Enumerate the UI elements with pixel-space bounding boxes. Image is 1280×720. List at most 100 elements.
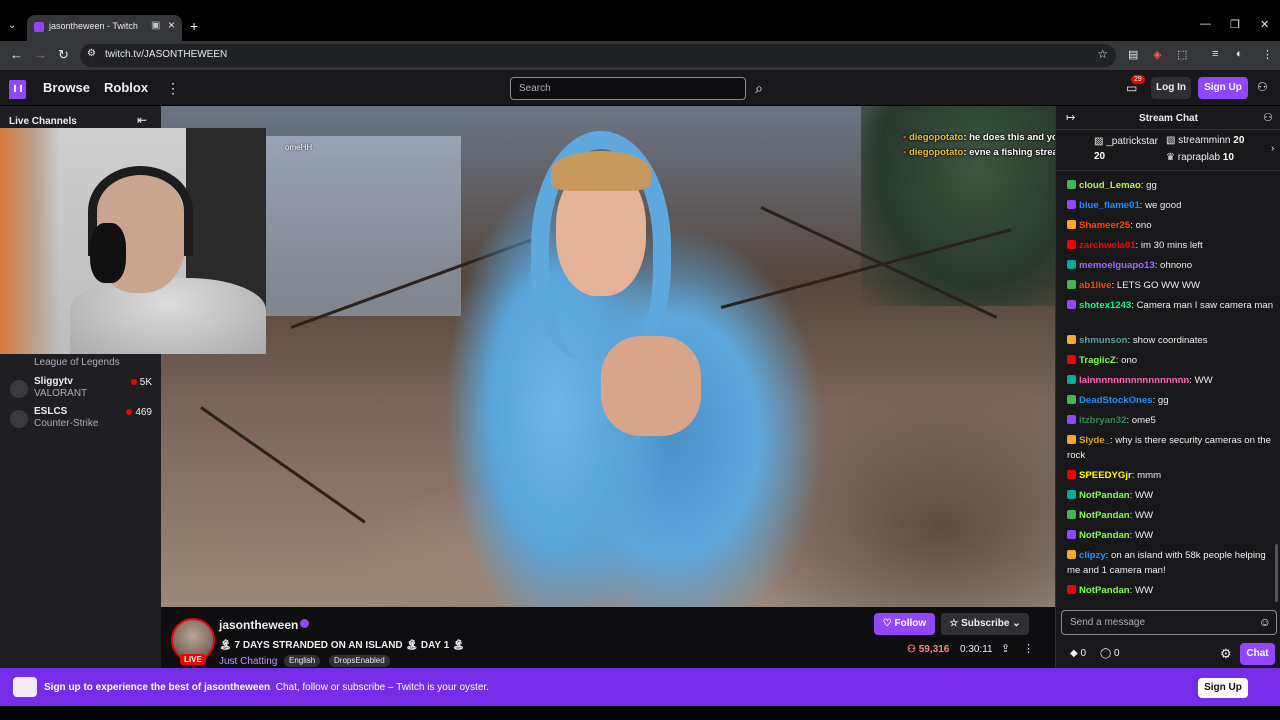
chat-settings-icon[interactable]: ⚙ <box>1220 646 1232 662</box>
collapse-sidebar-icon[interactable]: ⇤ <box>137 113 147 127</box>
bookmark-star-icon[interactable]: ☆ <box>1097 47 1108 61</box>
gift-next-icon[interactable]: › <box>1271 143 1274 154</box>
chat-message: cloud_Lemao: gg <box>1067 178 1275 193</box>
gift-leader[interactable]: ▨ _patrickstar <box>1094 136 1158 147</box>
tab-close-icon[interactable]: × <box>168 18 175 32</box>
chat-username[interactable]: itzbryan32 <box>1079 415 1126 426</box>
sidebar-channel[interactable]: Sliggytv VALORANT 5K <box>0 374 161 408</box>
search-icon[interactable]: ⌕ <box>748 77 770 100</box>
chat-badge-icon[interactable] <box>1067 530 1076 539</box>
minimize-button[interactable]: — <box>1200 18 1211 30</box>
maximize-button[interactable]: ❐ <box>1230 18 1240 31</box>
site-info-icon[interactable]: ⚙ <box>87 48 96 59</box>
chat-username[interactable]: blue_flame01 <box>1079 200 1140 211</box>
chat-badge-icon[interactable] <box>1067 280 1076 289</box>
chat-username[interactable]: shmunson <box>1079 335 1128 346</box>
share-icon[interactable]: ⇪ <box>1001 642 1010 655</box>
chat-input[interactable]: Send a message ☺ <box>1061 610 1277 635</box>
chat-username[interactable]: ab1live <box>1079 280 1112 291</box>
chat-badge-icon[interactable] <box>1067 240 1076 249</box>
chat-send-button[interactable]: Chat <box>1240 643 1275 665</box>
chat-username[interactable]: cloud_Lemao <box>1079 180 1141 191</box>
back-icon[interactable]: ← <box>10 47 23 62</box>
chat-username[interactable]: Slyde_ <box>1079 435 1110 446</box>
subscribe-button[interactable]: ☆ Subscribe ⌄ <box>941 613 1029 635</box>
chat-username[interactable]: NotPandan <box>1079 510 1130 521</box>
chat-username[interactable]: Shameer25 <box>1079 220 1130 231</box>
browser-tab[interactable]: jasontheween - Twitch ▣ × <box>27 15 182 41</box>
chat-username[interactable]: memoelguapo13 <box>1079 260 1155 271</box>
chat-username[interactable]: SPEEDYGjr <box>1079 470 1132 481</box>
roblox-link[interactable]: Roblox <box>104 80 148 95</box>
chat-scrollbar[interactable] <box>1275 544 1278 602</box>
new-tab-icon[interactable]: + <box>190 18 198 34</box>
category-link[interactable]: Just Chatting <box>219 656 277 667</box>
browse-link[interactable]: Browse <box>43 80 90 95</box>
chat-username[interactable]: clipzy <box>1079 550 1106 561</box>
extensions-puzzle-icon[interactable]: ⬚ <box>1177 48 1187 61</box>
chat-username[interactable]: DeadStockOnes <box>1079 395 1153 406</box>
login-button[interactable]: Log In <box>1151 77 1191 99</box>
chat-badge-icon[interactable] <box>1067 300 1076 309</box>
profile-icon[interactable]: ◐ <box>1236 48 1243 60</box>
chat-badge-icon[interactable] <box>1067 395 1076 404</box>
chat-badge-icon[interactable] <box>1067 220 1076 229</box>
chat-badge-icon[interactable] <box>1067 355 1076 364</box>
community-icon[interactable]: ⚇ <box>1263 111 1273 124</box>
tab-list-icon[interactable]: ⌄ <box>8 20 16 31</box>
gift-leader[interactable]: 20 <box>1094 151 1105 162</box>
chat-badge-icon[interactable] <box>1067 375 1076 384</box>
chat-badge-icon[interactable] <box>1067 180 1076 189</box>
banner-signup-button[interactable]: Sign Up <box>1198 678 1248 698</box>
tab-title: jasontheween - Twitch <box>49 21 138 31</box>
chat-username[interactable]: NotPandan <box>1079 490 1130 501</box>
tab-audio-icon[interactable]: ▣ <box>151 20 160 31</box>
chat-username[interactable]: NotPandan <box>1079 530 1130 541</box>
twitch-logo-icon[interactable] <box>9 80 26 99</box>
url-text[interactable]: twitch.tv/JASONTHEWEEN <box>105 49 227 60</box>
chat-text: : mmm <box>1131 470 1162 481</box>
chat-badge-icon[interactable] <box>1067 435 1076 444</box>
chat-badge-icon[interactable] <box>1067 470 1076 479</box>
chat-badge-icon[interactable] <box>1067 510 1076 519</box>
signup-button[interactable]: Sign Up <box>1198 77 1248 99</box>
browser-menu-icon[interactable]: ⋮ <box>1262 48 1273 61</box>
chat-username[interactable]: TragiicZ <box>1079 355 1116 366</box>
tag-drops[interactable]: DropsEnabled <box>329 655 390 667</box>
user-menu-icon[interactable]: ⚇ <box>1257 80 1268 94</box>
bits-icon[interactable]: ◆ 0 <box>1070 648 1086 659</box>
chat-badge-icon[interactable] <box>1067 415 1076 424</box>
chat-username[interactable]: shotex1243 <box>1079 300 1131 311</box>
address-bar[interactable]: ⚙ twitch.tv/JASONTHEWEEN ☆ <box>80 44 1116 67</box>
channel-points-icon[interactable]: ◯ 0 <box>1100 648 1120 659</box>
chat-title: Stream Chat <box>1139 113 1198 124</box>
chat-username[interactable]: lainnnnnnnnnnnnnnnnn <box>1079 375 1189 386</box>
forward-icon[interactable]: → <box>34 47 47 62</box>
chat-badge-icon[interactable] <box>1067 335 1076 344</box>
chat-username[interactable]: zarchwela01 <box>1079 240 1136 251</box>
video-player[interactable]: omeHH • diegopotato: he does this and yo… <box>161 106 1055 607</box>
reload-icon[interactable]: ↻ <box>58 47 69 63</box>
chat-badge-icon[interactable] <box>1067 200 1076 209</box>
chat-badge-icon[interactable] <box>1067 490 1076 499</box>
sidebar-channel[interactable]: ESLCS Counter-Strike 469 <box>0 404 161 438</box>
media-icon[interactable]: ≡ <box>1212 48 1218 60</box>
chat-badge-icon[interactable] <box>1067 260 1076 269</box>
chat-username[interactable]: NotPandan <box>1079 585 1130 596</box>
chat-text: : ono <box>1115 355 1138 366</box>
streamer-name[interactable]: jasontheween <box>219 618 298 632</box>
gift-leader[interactable]: ▧ streamminn 20 <box>1166 135 1244 146</box>
browser-toolbar: ← → ↻ ⚙ twitch.tv/JASONTHEWEEN ☆ ▤ ◈ ⬚ ≡… <box>0 41 1280 70</box>
search-input[interactable]: Search <box>510 77 746 100</box>
more-menu-icon[interactable]: ⋮ <box>166 80 180 97</box>
emote-picker-icon[interactable]: ☺ <box>1259 615 1271 629</box>
window-close-button[interactable]: ✕ <box>1260 18 1269 31</box>
chat-badge-icon[interactable] <box>1067 585 1076 594</box>
more-options-icon[interactable]: ⋮ <box>1023 642 1034 655</box>
extension-icon[interactable]: ◈ <box>1153 48 1161 61</box>
chat-badge-icon[interactable] <box>1067 550 1076 559</box>
extension-icon[interactable]: ▤ <box>1128 48 1138 61</box>
tag-english[interactable]: English <box>284 655 321 667</box>
follow-button[interactable]: ♡ Follow <box>874 613 935 635</box>
gift-leader[interactable]: ♛ rapraplab 10 <box>1166 152 1234 163</box>
